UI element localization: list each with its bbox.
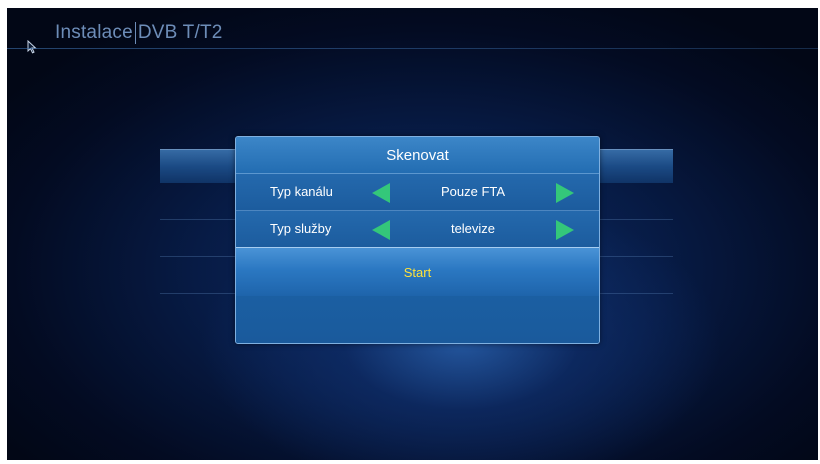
channel-type-label: Typ kanálu bbox=[270, 184, 333, 199]
service-type-label: Typ služby bbox=[270, 221, 332, 236]
title-section: Instalace bbox=[55, 22, 133, 43]
dialog-title: Skenovat bbox=[236, 137, 599, 174]
start-button[interactable]: Start bbox=[236, 247, 599, 297]
service-type-row[interactable]: Typ služby televize bbox=[236, 211, 599, 248]
right-arrow-icon[interactable] bbox=[556, 183, 574, 203]
mouse-pointer-icon bbox=[27, 40, 37, 54]
channel-type-value: Pouze FTA bbox=[440, 184, 506, 199]
title-subsection: DVB T/T2 bbox=[137, 22, 223, 43]
channel-type-row[interactable]: Typ kanálu Pouze FTA bbox=[236, 174, 599, 211]
service-type-value: televize bbox=[450, 221, 496, 236]
header-divider bbox=[7, 48, 818, 49]
left-arrow-icon[interactable] bbox=[372, 183, 390, 203]
right-arrow-icon[interactable] bbox=[556, 220, 574, 240]
scan-dialog: Skenovat Typ kanálu Pouze FTA Typ služby… bbox=[235, 136, 600, 344]
dialog-empty-area bbox=[236, 296, 599, 343]
title-separator bbox=[134, 22, 136, 44]
background-menu-row-left bbox=[160, 149, 238, 183]
tv-screen: Instalace DVB T/T2 Skenovat Typ kanálu P… bbox=[7, 8, 818, 460]
left-arrow-icon[interactable] bbox=[372, 220, 390, 240]
background-menu-row-right bbox=[595, 149, 673, 183]
page-title: Instalace DVB T/T2 bbox=[55, 20, 223, 46]
